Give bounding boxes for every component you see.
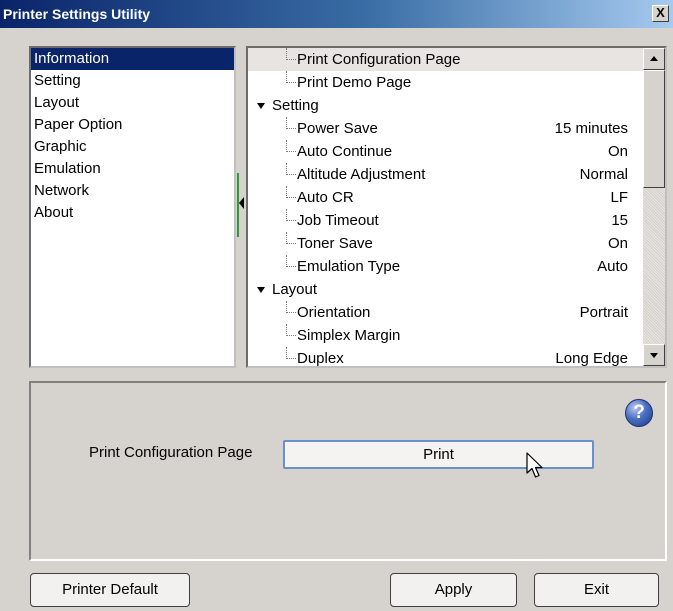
nav-item-setting[interactable]: Setting xyxy=(31,70,234,92)
tree-section-layout[interactable]: Layout xyxy=(248,278,645,301)
tree-guide xyxy=(286,255,296,267)
setting-name: Auto Continue xyxy=(297,143,393,160)
tree-scrollbar[interactable] xyxy=(643,48,665,366)
pane-splitter[interactable] xyxy=(237,173,245,237)
collapse-arrow-icon[interactable] xyxy=(239,197,244,209)
tree-row-simplex-margin[interactable]: Simplex Margin xyxy=(248,324,645,347)
tree-row-orientation[interactable]: Orientation Portrait xyxy=(248,301,645,324)
tree-item-label: Print Configuration Page xyxy=(297,51,461,68)
nav-item-network[interactable]: Network xyxy=(31,180,234,202)
window-title: Printer Settings Utility xyxy=(3,6,151,22)
detail-panel: ? Print Configuration Page Print xyxy=(29,381,667,561)
setting-value: Long Edge xyxy=(555,350,628,367)
nav-item-graphic[interactable]: Graphic xyxy=(31,136,234,158)
tree-row-job-timeout[interactable]: Job Timeout 15 xyxy=(248,209,645,232)
setting-value: LF xyxy=(610,189,628,206)
setting-value: On xyxy=(607,143,628,160)
expand-triangle-icon[interactable] xyxy=(257,103,265,109)
setting-value: Portrait xyxy=(579,304,628,321)
setting-value: 15 xyxy=(611,212,628,229)
tree-section-setting[interactable]: Setting xyxy=(248,94,645,117)
mouse-cursor-icon xyxy=(526,452,543,478)
nav-item-layout[interactable]: Layout xyxy=(31,92,234,114)
tree-guide xyxy=(286,232,296,244)
nav-item-about[interactable]: About xyxy=(31,202,234,224)
setting-name: Toner Save xyxy=(297,235,373,252)
tree-guide xyxy=(286,71,296,83)
tree-guide xyxy=(286,48,296,60)
setting-name: Altitude Adjustment xyxy=(297,166,426,183)
setting-name: Orientation xyxy=(297,304,371,321)
arrow-up-icon xyxy=(650,56,658,61)
tree-guide xyxy=(286,117,296,129)
nav-item-emulation[interactable]: Emulation xyxy=(31,158,234,180)
apply-button[interactable]: Apply xyxy=(390,573,517,607)
tree-row-emulation-type[interactable]: Emulation Type Auto xyxy=(248,255,645,278)
nav-item-paper-option[interactable]: Paper Option xyxy=(31,114,234,136)
tree-guide xyxy=(286,140,296,152)
setting-name: Simplex Margin xyxy=(297,327,401,344)
close-button[interactable]: X xyxy=(652,5,669,22)
help-icon[interactable]: ? xyxy=(625,399,653,427)
tree-item-print-configuration-page[interactable]: Print Configuration Page xyxy=(248,48,645,71)
tree-guide xyxy=(286,301,296,313)
tree-guide xyxy=(286,186,296,198)
scroll-up-button[interactable] xyxy=(643,48,665,70)
tree-guide xyxy=(286,347,296,359)
exit-button[interactable]: Exit xyxy=(534,573,659,607)
tree-guide xyxy=(286,324,296,336)
tree-row-auto-continue[interactable]: Auto Continue On xyxy=(248,140,645,163)
setting-value: 15 minutes xyxy=(554,120,628,137)
arrow-down-icon xyxy=(650,353,658,358)
tree-guide xyxy=(286,209,296,221)
print-configuration-label: Print Configuration Page xyxy=(89,444,253,461)
tree-row-power-save[interactable]: Power Save 15 minutes xyxy=(248,117,645,140)
title-bar: Printer Settings Utility X xyxy=(0,0,673,28)
tree-row-duplex[interactable]: Duplex Long Edge xyxy=(248,347,645,367)
tree-row-auto-cr[interactable]: Auto CR LF xyxy=(248,186,645,209)
tree-section-label: Layout xyxy=(272,281,318,298)
tree-item-label: Print Demo Page xyxy=(297,74,412,91)
category-list[interactable]: Information Setting Layout Paper Option … xyxy=(29,46,236,368)
setting-name: Auto CR xyxy=(297,189,354,206)
tree-guide xyxy=(286,163,296,175)
setting-value: On xyxy=(607,235,628,252)
scroll-thumb[interactable] xyxy=(643,70,665,188)
tree-row-toner-save[interactable]: Toner Save On xyxy=(248,232,645,255)
setting-name: Power Save xyxy=(297,120,378,137)
nav-item-information[interactable]: Information xyxy=(31,48,234,70)
print-button[interactable]: Print xyxy=(283,440,594,469)
setting-value: Normal xyxy=(579,166,628,183)
printer-default-button[interactable]: Printer Default xyxy=(30,573,190,607)
scroll-down-button[interactable] xyxy=(643,344,665,366)
tree-section-label: Setting xyxy=(272,97,319,114)
setting-name: Job Timeout xyxy=(297,212,379,229)
setting-value: Auto xyxy=(597,258,628,275)
settings-tree[interactable]: Print Configuration Page Print Demo Page… xyxy=(246,46,667,368)
tree-row-altitude-adjustment[interactable]: Altitude Adjustment Normal xyxy=(248,163,645,186)
tree-item-print-demo-page[interactable]: Print Demo Page xyxy=(248,71,645,94)
setting-name: Emulation Type xyxy=(297,258,401,275)
expand-triangle-icon[interactable] xyxy=(257,287,265,293)
setting-name: Duplex xyxy=(297,350,344,367)
